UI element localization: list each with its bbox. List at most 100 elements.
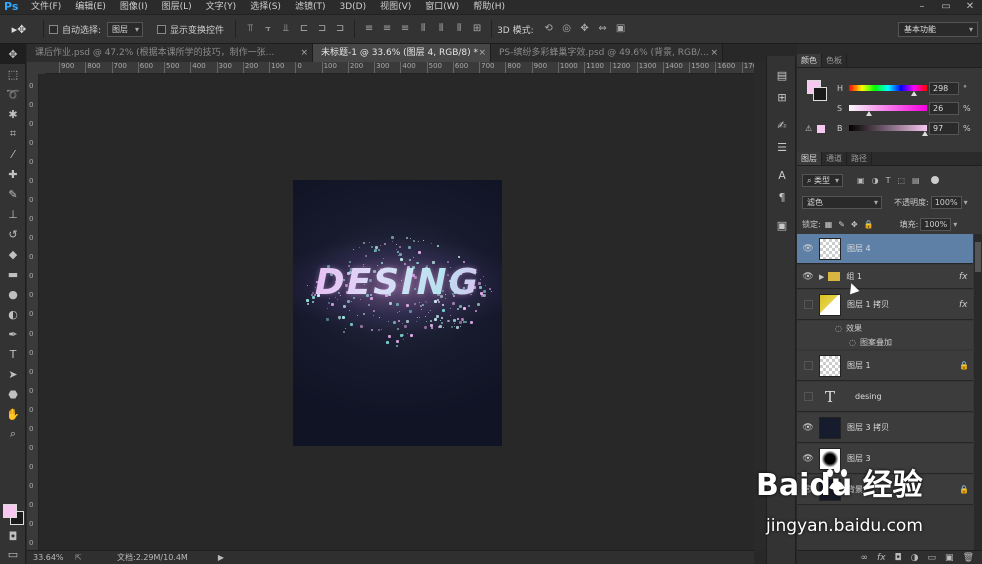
menu-view[interactable]: 视图(V) (373, 0, 418, 14)
visibility-toggle[interactable] (797, 351, 819, 381)
3d-pan-icon[interactable]: ✥ (576, 20, 594, 38)
layer-row[interactable]: T desing (797, 382, 973, 412)
path-selection-tool-icon[interactable]: ➤ (0, 364, 26, 384)
effects-row[interactable]: ◌ 效果 (797, 321, 973, 335)
menu-edit[interactable]: 编辑(E) (68, 0, 113, 14)
minimize-button[interactable]: – (910, 0, 934, 14)
screen-mode-icon[interactable]: ▭ (0, 544, 26, 564)
filter-type-icons[interactable]: ▣◑T⬚▤ (857, 176, 927, 185)
canvas-area[interactable]: DESING (40, 74, 754, 550)
share-icon[interactable]: ⇱ (75, 553, 85, 562)
visibility-eye-icon[interactable]: 👁 (797, 413, 819, 443)
zoom-tool-icon[interactable]: ⌕ (0, 424, 26, 444)
properties-panel-icon[interactable]: ⊞ (767, 86, 797, 108)
tab-swatches[interactable]: 色板 (822, 54, 847, 67)
crop-tool-icon[interactable]: ⌗ (0, 124, 26, 144)
hue-value[interactable]: 298 (929, 81, 959, 95)
zoom-level[interactable]: 33.64% (33, 553, 69, 562)
3d-slide-icon[interactable]: ⇔ (594, 20, 612, 38)
auto-select-dropdown[interactable]: 图层 (107, 21, 144, 37)
layer-fx-icon[interactable]: fx (959, 300, 973, 310)
brush-panel-icon[interactable]: ✍ (767, 114, 797, 136)
saturation-slider-thumb[interactable] (866, 111, 873, 116)
brush-tool-icon[interactable]: ✎ (0, 184, 26, 204)
tab-channels[interactable]: 通道 (822, 152, 847, 165)
pen-tool-icon[interactable]: ✒ (0, 324, 26, 344)
saturation-value[interactable]: 26 (929, 101, 959, 115)
align-right-icon[interactable]: ⊐ (331, 20, 349, 38)
layer-filter-dropdown[interactable]: ⌕ 类型 (802, 173, 844, 187)
magic-wand-tool-icon[interactable]: ✱ (0, 104, 26, 124)
blur-tool-icon[interactable]: ● (0, 284, 26, 304)
align-top-icon[interactable]: ⫪ (241, 20, 259, 38)
hue-slider-thumb[interactable] (910, 91, 917, 96)
paragraph-panel-icon[interactable]: ¶ (767, 186, 797, 208)
status-menu-arrow[interactable]: ▶ (218, 553, 224, 562)
layer-fx-icon[interactable]: fx (959, 272, 973, 282)
dodge-tool-icon[interactable]: ◐ (0, 304, 26, 324)
blend-mode-dropdown[interactable]: 滤色 (802, 195, 882, 209)
brightness-value[interactable]: 97 (929, 121, 959, 135)
effect-eye-icon[interactable]: ◌ (835, 324, 842, 333)
workspace-dropdown[interactable]: 基本功能 (898, 22, 978, 37)
layer-row[interactable]: 👁 图层 3 拷贝 (797, 413, 973, 443)
menu-image[interactable]: 图像(I) (113, 0, 155, 14)
history-brush-tool-icon[interactable]: ↺ (0, 224, 26, 244)
character-panel-icon[interactable]: A (767, 164, 797, 186)
3d-roll-icon[interactable]: ◎ (558, 20, 576, 38)
show-transform-checkbox[interactable] (157, 24, 167, 34)
layer-row[interactable]: 图层 1 🔒 (797, 351, 973, 381)
opacity-value[interactable]: 100% (930, 195, 962, 209)
brightness-slider[interactable] (849, 125, 927, 131)
effect-eye-icon[interactable]: ◌ (849, 338, 856, 347)
type-tool-icon[interactable]: T (0, 344, 26, 364)
eraser-tool-icon[interactable]: ◆ (0, 244, 26, 264)
tab-color[interactable]: 颜色 (797, 54, 822, 67)
pattern-overlay-row[interactable]: ◌ 图案叠加 (797, 335, 973, 349)
visibility-toggle[interactable] (797, 382, 819, 412)
auto-select-checkbox[interactable] (49, 24, 58, 34)
align-left-icon[interactable]: ⊏ (295, 20, 313, 38)
tab-document-3[interactable]: PS-缤纷多彩蜂巢字效.psd @ 49.6% (背景, RGB/... × (491, 44, 723, 62)
tab-close-icon[interactable]: × (300, 44, 308, 62)
menu-help[interactable]: 帮助(H) (466, 0, 512, 14)
lasso-tool-icon[interactable]: ➰ (0, 84, 26, 104)
distribute-left-icon[interactable]: ⫴ (414, 20, 432, 38)
brightness-slider-thumb[interactable] (921, 131, 928, 136)
layer-row[interactable]: 👁 图层 4 (797, 234, 973, 264)
tab-document-2[interactable]: 未标题-1 @ 33.6% (图层 4, RGB/8) * × (313, 44, 491, 62)
3d-rotate-icon[interactable]: ⟲ (540, 20, 558, 38)
quick-mask-icon[interactable]: ◘ (0, 526, 26, 546)
auto-align-icon[interactable]: ⊞ (468, 20, 486, 38)
distribute-hcenter-icon[interactable]: ⫴ (432, 20, 450, 38)
group-expand-icon[interactable]: ▶ (819, 273, 824, 281)
distribute-bottom-icon[interactable]: ≡ (396, 20, 414, 38)
tab-layers[interactable]: 图层 (797, 152, 822, 165)
close-window-button[interactable]: ✕ (958, 0, 982, 14)
clone-stamp-tool-icon[interactable]: ⊥ (0, 204, 26, 224)
layers-scrollbar-thumb[interactable] (975, 242, 981, 272)
saturation-slider[interactable] (849, 105, 927, 111)
opacity-chevron-icon[interactable]: ▾ (964, 198, 968, 207)
distribute-right-icon[interactable]: ⫴ (450, 20, 468, 38)
visibility-eye-icon[interactable]: 👁 (797, 265, 819, 289)
move-tool-icon[interactable]: ✥ (0, 44, 26, 64)
healing-brush-tool-icon[interactable]: ✚ (0, 164, 26, 184)
fill-value[interactable]: 100% (920, 217, 952, 231)
menu-file[interactable]: 文件(F) (24, 0, 68, 14)
history-panel-icon[interactable]: ▤ (767, 64, 797, 86)
lock-options-icons[interactable]: ▦✎✥🔒 (825, 220, 880, 229)
gradient-tool-icon[interactable]: ▬ (0, 264, 26, 284)
align-vcenter-icon[interactable]: ⫟ (259, 20, 277, 38)
filter-toggle-icon[interactable] (930, 176, 939, 184)
restore-button[interactable]: ▭ (934, 0, 958, 14)
layer-row[interactable]: 图层 1 拷贝 fx (797, 290, 973, 320)
align-bottom-icon[interactable]: ⫫ (277, 20, 295, 38)
tool-preset-picker[interactable]: ▸✥ (0, 18, 38, 40)
actions-panel-icon[interactable]: ▣ (767, 214, 797, 236)
tab-document-1[interactable]: 课后作业.psd @ 47.2% (根据本课所学的技巧，制作一张... × (27, 44, 313, 62)
marquee-tool-icon[interactable]: ⬚ (0, 64, 26, 84)
menu-select[interactable]: 选择(S) (243, 0, 288, 14)
visibility-toggle[interactable] (797, 290, 819, 320)
eyedropper-tool-icon[interactable]: ⁄ (0, 144, 26, 164)
